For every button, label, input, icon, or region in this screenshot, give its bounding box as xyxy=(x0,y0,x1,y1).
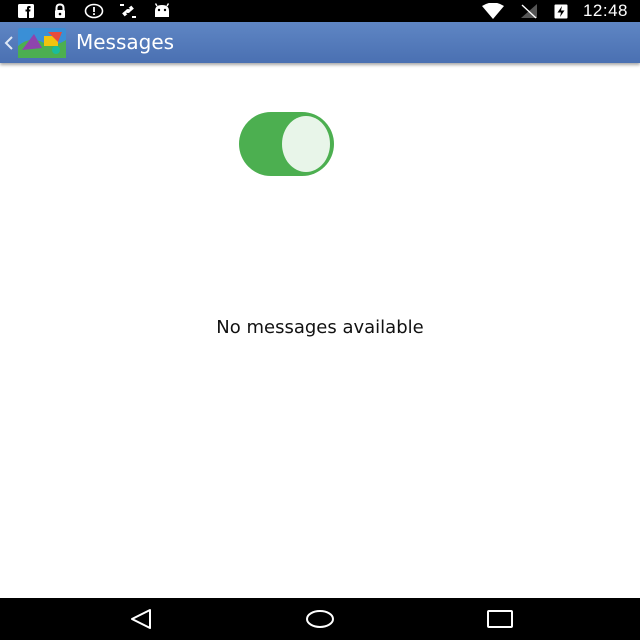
android-icon xyxy=(154,3,170,17)
home-circle-icon[interactable] xyxy=(305,606,335,632)
lock-icon xyxy=(55,3,65,18)
status-bar-notifications xyxy=(16,2,172,20)
facebook-icon xyxy=(18,4,34,18)
up-button[interactable] xyxy=(4,24,70,61)
app-logo xyxy=(18,27,66,58)
status-time: 12:48 xyxy=(582,1,628,20)
chevron-left-icon xyxy=(4,35,13,50)
battery-charging-icon xyxy=(554,4,568,19)
status-bar-system: 12:48 xyxy=(481,1,628,20)
navigation-bar xyxy=(0,598,640,640)
toggle-knob xyxy=(282,116,330,172)
toggle-switch[interactable] xyxy=(239,112,334,176)
back-triangle-icon[interactable] xyxy=(126,606,156,632)
signal-off-icon xyxy=(520,4,537,19)
empty-message: No messages available xyxy=(216,317,424,338)
satellite-icon xyxy=(120,4,136,18)
alert-circle-icon xyxy=(84,3,104,19)
page-title: Messages xyxy=(76,30,175,54)
wifi-icon xyxy=(481,3,504,19)
recents-square-icon[interactable] xyxy=(485,606,515,632)
status-bar: 12:48 xyxy=(0,0,640,22)
action-bar: Messages xyxy=(0,22,640,63)
